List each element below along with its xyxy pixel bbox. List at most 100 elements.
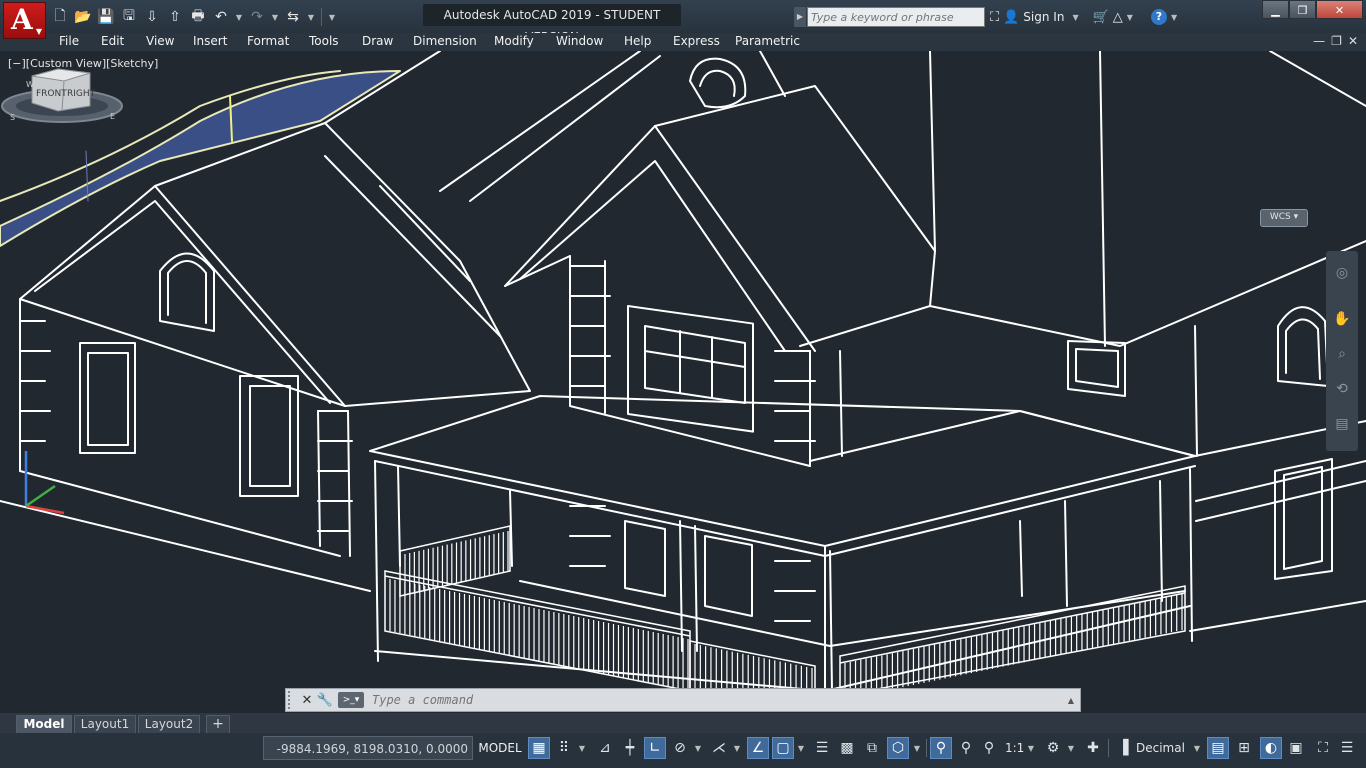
selection-cycling-icon[interactable]: ⧉ — [861, 737, 883, 759]
customization-icon[interactable]: ☰ — [1336, 737, 1358, 759]
clean-screen-icon[interactable]: ⛶ — [1312, 737, 1334, 759]
wrench-icon[interactable]: 🔧 — [316, 691, 334, 709]
tab-layout2[interactable]: Layout2 — [138, 715, 200, 733]
close-button[interactable]: ✕ — [1316, 0, 1363, 19]
doc-restore-icon[interactable]: ❐ — [1331, 33, 1342, 49]
a360-icon[interactable]: △ — [1113, 10, 1123, 25]
user-icon[interactable]: 👤 — [1003, 10, 1019, 25]
lineweight-icon[interactable]: ☰ — [811, 737, 833, 759]
units-icon[interactable]: ▐ — [1112, 737, 1134, 759]
command-input[interactable] — [370, 692, 1034, 708]
search-input[interactable] — [808, 8, 984, 26]
help-icon[interactable]: ? — [1150, 9, 1167, 25]
showmotion-icon[interactable]: ▤ — [1332, 416, 1352, 436]
chevron-down-icon[interactable]: ▼ — [1072, 13, 1078, 22]
command-history-icon[interactable]: ▲ — [1068, 696, 1074, 705]
doc-minimize-icon[interactable]: — — [1313, 33, 1325, 49]
share-dropdown-icon[interactable]: ▼ — [306, 7, 316, 27]
chevron-down-icon[interactable]: ▼ — [577, 737, 587, 759]
menu-edit[interactable]: Edit — [101, 33, 124, 51]
lock-ui-icon[interactable]: ⊞ — [1233, 737, 1255, 759]
sign-in-button[interactable]: Sign In — [1023, 10, 1064, 24]
menu-tools[interactable]: Tools — [309, 33, 339, 51]
orbit-icon[interactable]: ⟲ — [1332, 381, 1352, 401]
polar-icon[interactable]: ⊘ — [669, 737, 691, 759]
zoom-extents-icon[interactable]: ⌕ — [1332, 346, 1352, 366]
menu-dimension[interactable]: Dimension — [413, 33, 477, 51]
application-menu-button[interactable]: A ▼ — [3, 2, 46, 39]
viewcube-front-face[interactable]: FRONT — [36, 89, 67, 99]
menu-modify[interactable]: Modify — [494, 33, 534, 51]
chevron-down-icon[interactable]: ▼ — [1026, 737, 1036, 759]
3d-osnap-icon[interactable]: ⬡ — [887, 737, 909, 759]
doc-close-icon[interactable]: ✕ — [1348, 33, 1358, 49]
chevron-down-icon[interactable]: ▼ — [732, 737, 742, 759]
viewcube-right-face[interactable]: RIGHT — [67, 89, 96, 99]
undo-dropdown-icon[interactable]: ▼ — [234, 7, 244, 27]
compass-east[interactable]: E — [110, 112, 115, 121]
annotation-visibility-icon[interactable]: ⚲ — [930, 737, 952, 759]
drawing-viewport[interactable]: [−][Custom View][Sketchy] FRONT RIGHT S … — [0, 51, 1366, 713]
menu-help[interactable]: Help — [624, 33, 651, 51]
chevron-down-icon[interactable]: ▼ — [1066, 737, 1076, 759]
steering-wheel-icon[interactable]: ◎ — [1332, 265, 1352, 285]
chevron-down-icon[interactable]: ▼ — [912, 737, 922, 759]
add-layout-button[interactable]: + — [206, 715, 230, 733]
pan-icon[interactable]: ✋ — [1332, 311, 1352, 331]
maximize-button[interactable]: ❐ — [1289, 0, 1316, 19]
command-prompt-icon[interactable]: >_▾ — [338, 692, 364, 708]
menu-format[interactable]: Format — [247, 33, 289, 51]
close-icon[interactable]: ✕ — [298, 691, 316, 709]
menu-window[interactable]: Window — [556, 33, 603, 51]
save-icon[interactable]: 💾 — [96, 7, 116, 27]
isolate-objects-icon[interactable]: ◐ — [1260, 737, 1282, 759]
ortho-icon[interactable]: ∟ — [644, 737, 666, 759]
tab-layout1[interactable]: Layout1 — [74, 715, 136, 733]
infer-constraints-icon[interactable]: ⊿ — [594, 737, 616, 759]
save-web-icon[interactable]: ⇧ — [165, 7, 185, 27]
chevron-down-icon[interactable]: ▼ — [693, 737, 703, 759]
wcs-menu[interactable]: WCS ▾ — [1260, 209, 1308, 227]
new-icon[interactable]: 🗋 — [50, 7, 70, 27]
minimize-button[interactable]: ▁ — [1262, 0, 1289, 19]
units-value[interactable]: Decimal — [1136, 737, 1185, 759]
menu-draw[interactable]: Draw — [362, 33, 393, 51]
command-line-grip[interactable] — [288, 691, 298, 709]
quick-properties-icon[interactable]: ▤ — [1207, 737, 1229, 759]
isodraft-icon[interactable]: ⋌ — [708, 737, 730, 759]
open-icon[interactable]: 📂 — [73, 7, 93, 27]
viewcube[interactable]: FRONT RIGHT S W E — [0, 51, 128, 126]
customize-qat-icon[interactable]: ▼ — [327, 7, 337, 27]
model-space-button[interactable]: MODEL — [476, 736, 524, 760]
chevron-down-icon[interactable]: ▼ — [1192, 737, 1202, 759]
object-snap-tracking-icon[interactable]: ∠ — [747, 737, 769, 759]
menu-insert[interactable]: Insert — [193, 33, 227, 51]
hardware-acceleration-icon[interactable]: ▣ — [1285, 737, 1307, 759]
chevron-down-icon[interactable]: ▼ — [1127, 13, 1133, 22]
chevron-down-icon[interactable]: ▼ — [796, 737, 806, 759]
search-expand-icon[interactable]: ▶ — [794, 7, 806, 27]
search-box[interactable] — [807, 7, 985, 27]
save-as-icon[interactable]: 🖫 — [119, 7, 139, 27]
object-snap-icon[interactable]: ▢ — [772, 737, 794, 759]
menu-view[interactable]: View — [146, 33, 174, 51]
annotation-monitor-icon[interactable]: ✚ — [1082, 737, 1104, 759]
menu-express[interactable]: Express — [673, 33, 720, 51]
undo-icon[interactable]: ↶ — [211, 7, 231, 27]
autoscale-icon[interactable]: ⚲ — [955, 737, 977, 759]
workspace-icon[interactable]: ⚙ — [1042, 737, 1064, 759]
redo-dropdown-icon[interactable]: ▼ — [270, 7, 280, 27]
coordinates-display[interactable]: -9884.1969, 8198.0310, 0.0000 — [263, 736, 473, 760]
tab-model[interactable]: Model — [16, 715, 72, 733]
dynamic-input-icon[interactable]: ┿ — [619, 737, 641, 759]
compass-west[interactable]: W — [26, 80, 34, 89]
menu-parametric[interactable]: Parametric — [735, 33, 800, 51]
compass-south[interactable]: S — [10, 113, 15, 122]
annotation-scale-value[interactable]: 1:1 — [1005, 737, 1024, 759]
cart-icon[interactable]: 🛒 — [1093, 10, 1109, 25]
chevron-down-icon[interactable]: ▼ — [1171, 13, 1177, 22]
annotation-scale-icon[interactable]: ⚲ — [978, 737, 1000, 759]
plot-icon[interactable]: 🖶 — [188, 7, 208, 27]
binoculars-icon[interactable]: ⛶ — [990, 10, 999, 25]
grid-icon[interactable]: ▦ — [528, 737, 550, 759]
